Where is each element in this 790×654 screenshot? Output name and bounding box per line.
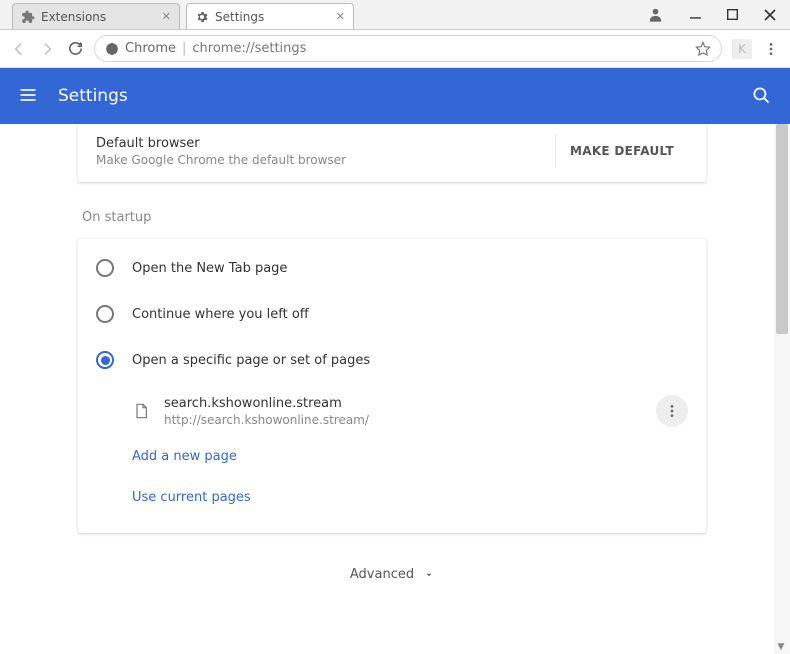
- default-browser-card: Default browser Make Google Chrome the d…: [78, 124, 706, 182]
- advanced-toggle[interactable]: Advanced: [78, 567, 706, 582]
- address-input[interactable]: Chrome | chrome://settings: [94, 35, 722, 62]
- radio-label: Continue where you left off: [132, 307, 309, 322]
- page-more-button[interactable]: [656, 395, 688, 427]
- content-scroll[interactable]: ▲ ▼ Default browser Make Google Chrome t…: [0, 124, 790, 654]
- address-bar: Chrome | chrome://settings K: [0, 30, 790, 68]
- window-maximize-icon[interactable]: [727, 9, 738, 20]
- startup-page-entry: search.kshowonline.stream http://search.…: [78, 383, 706, 431]
- window-minimize-icon[interactable]: [690, 9, 701, 20]
- chrome-menu-icon[interactable]: [762, 40, 780, 58]
- default-browser-title: Default browser: [96, 136, 346, 151]
- startup-page-title: search.kshowonline.stream: [164, 396, 369, 411]
- add-new-page-link[interactable]: Add a new page: [78, 431, 706, 468]
- tab-label: Extensions: [41, 10, 106, 24]
- tab-close-icon[interactable]: ✕: [162, 10, 171, 23]
- radio-icon: [96, 351, 114, 369]
- hamburger-menu-icon[interactable]: [18, 85, 40, 107]
- url-text: chrome://settings: [192, 41, 306, 56]
- chevron-down-icon: [424, 570, 434, 580]
- settings-header: Settings: [0, 68, 790, 124]
- page-document-icon: [132, 402, 150, 420]
- tab-close-icon[interactable]: ✕: [336, 10, 345, 23]
- search-icon[interactable]: [752, 86, 772, 106]
- radio-new-tab[interactable]: Open the New Tab page: [78, 245, 706, 291]
- forward-icon[interactable]: [38, 40, 56, 58]
- radio-continue[interactable]: Continue where you left off: [78, 291, 706, 337]
- radio-specific-page[interactable]: Open a specific page or set of pages: [78, 337, 706, 383]
- radio-icon: [96, 305, 114, 323]
- secure-icon: [105, 42, 119, 56]
- tab-label: Settings: [215, 10, 264, 24]
- tab-extensions[interactable]: Extensions ✕: [12, 3, 180, 29]
- radio-label: Open the New Tab page: [132, 261, 287, 276]
- page-title: Settings: [58, 86, 128, 106]
- tab-settings[interactable]: Settings ✕: [186, 3, 354, 29]
- scrollbar-thumb[interactable]: [776, 124, 788, 334]
- window-close-icon[interactable]: [764, 9, 776, 21]
- extension-badge[interactable]: K: [732, 39, 752, 59]
- back-icon[interactable]: [10, 40, 28, 58]
- bookmark-star-icon[interactable]: [695, 41, 711, 57]
- url-scheme: Chrome: [125, 41, 176, 56]
- make-default-button[interactable]: MAKE DEFAULT: [555, 134, 688, 168]
- puzzle-icon: [21, 10, 35, 24]
- radio-label: Open a specific page or set of pages: [132, 353, 370, 368]
- startup-page-url: http://search.kshowonline.stream/: [164, 413, 369, 427]
- scrollbar-track[interactable]: ▲ ▼: [774, 124, 790, 654]
- on-startup-label: On startup: [82, 210, 706, 225]
- scroll-down-icon[interactable]: ▼: [776, 642, 786, 652]
- gear-icon: [195, 10, 209, 24]
- use-current-pages-link[interactable]: Use current pages: [78, 468, 706, 515]
- radio-icon: [96, 259, 114, 277]
- profile-icon[interactable]: [647, 6, 664, 23]
- default-browser-subtitle: Make Google Chrome the default browser: [96, 153, 346, 167]
- advanced-label: Advanced: [350, 567, 414, 582]
- reload-icon[interactable]: [66, 40, 84, 58]
- startup-card: Open the New Tab page Continue where you…: [78, 239, 706, 533]
